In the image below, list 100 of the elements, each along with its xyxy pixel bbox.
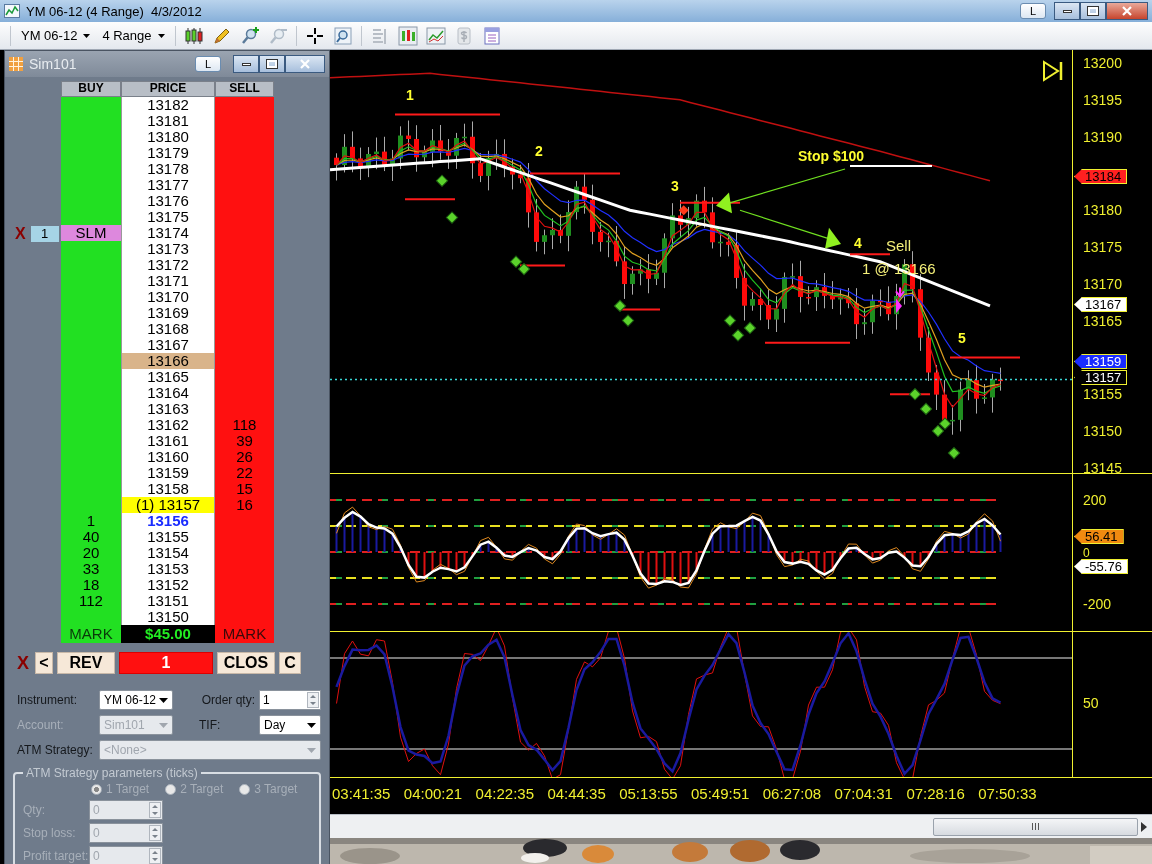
close-button[interactable] — [1106, 2, 1148, 20]
scroll-right-icon[interactable] — [1140, 821, 1148, 832]
mark-button[interactable]: MARK — [215, 625, 274, 643]
diamond-marker — [908, 388, 922, 401]
level-line — [889, 393, 931, 396]
quantity-spinner[interactable]: 1 — [259, 690, 321, 710]
candlestick-icon[interactable] — [397, 25, 418, 46]
interval-dropdown[interactable]: 4 Range — [100, 28, 167, 43]
instrument-dropdown[interactable]: YM 06-12 — [19, 28, 93, 43]
minimize-button[interactable] — [233, 55, 259, 73]
window-title: YM 06-12 (4 Range) 4/3/2012 — [26, 3, 202, 19]
search-icon[interactable] — [332, 25, 353, 46]
axis-label: 13165 — [1083, 313, 1122, 328]
minimize-button[interactable] — [1054, 2, 1080, 20]
reverse-button[interactable]: REV — [57, 652, 115, 674]
level-line — [404, 198, 456, 201]
field-label: Profit target: — [23, 849, 89, 863]
time-label: 07:50:33 — [978, 784, 1038, 802]
field-label: TIF: — [198, 718, 222, 732]
time-label: 05:49:51 — [691, 784, 751, 802]
panel-title: Sim101 — [29, 56, 77, 72]
back-button[interactable]: < — [35, 652, 53, 674]
axis-label: 13145 — [1083, 460, 1122, 475]
crosshair-icon[interactable] — [304, 25, 325, 46]
time-label: 05:13:55 — [619, 784, 679, 802]
diamond-marker — [517, 262, 531, 276]
caret-icon — [159, 697, 168, 703]
caret-icon — [159, 722, 168, 728]
position-quantity[interactable]: 1 — [119, 652, 213, 674]
time-label: 03:41:35 — [332, 784, 392, 802]
lock-button[interactable]: L — [1020, 3, 1046, 19]
level-line — [679, 201, 741, 204]
dropdown-field[interactable]: YM 06-12 — [99, 690, 173, 710]
diamond-marker — [723, 314, 737, 327]
close-icon — [300, 59, 310, 69]
time-label: 07:28:16 — [906, 784, 966, 802]
time-label: 06:27:08 — [762, 784, 823, 802]
chart-annotation: 5 — [958, 330, 966, 346]
level-line — [949, 356, 1021, 359]
close-position-button[interactable]: CLOS — [217, 652, 275, 674]
axis-label: 50 — [1083, 696, 1099, 710]
caret-icon — [157, 33, 165, 38]
level-line — [619, 308, 661, 311]
time-label: 04:22:35 — [475, 784, 535, 802]
diamond-marker — [931, 424, 945, 438]
table-icon[interactable] — [481, 25, 502, 46]
axis-label: 13180 — [1083, 203, 1122, 218]
candlestick-icon[interactable] — [183, 25, 204, 46]
diamond-marker — [509, 255, 523, 268]
maximize-button[interactable] — [259, 55, 285, 73]
axis-label: 13155 — [1083, 387, 1122, 402]
diamond-marker — [445, 211, 459, 224]
grid-icon — [9, 57, 23, 71]
chart-annotation: 4 — [854, 235, 862, 251]
diamond-marker — [435, 174, 449, 187]
column-header: BUY — [61, 81, 121, 97]
diamond-marker — [919, 402, 933, 416]
time-label: 04:00:21 — [403, 784, 464, 802]
order-quantity: 1 — [30, 225, 59, 242]
chart-annotation: 1 — [406, 87, 414, 103]
column-header: SELL — [215, 81, 274, 97]
diamond-marker — [678, 205, 689, 216]
pnl-value: $45.00 — [121, 625, 215, 643]
diamond-marker — [613, 299, 627, 313]
time-label: 04:44:35 — [547, 784, 607, 802]
line-chart-icon[interactable] — [425, 25, 446, 46]
field-label: Order qty: — [200, 693, 255, 707]
chart-annotation: 3 — [671, 178, 679, 194]
chart-annotation: 2 — [535, 143, 543, 159]
axis-label: 200 — [1083, 493, 1107, 507]
caret-icon — [83, 33, 91, 38]
axis-label: 0 — [1083, 546, 1090, 560]
chart-annotation: Stop $100 — [798, 148, 865, 164]
lock-button[interactable]: L — [195, 56, 221, 72]
skip-to-end-icon[interactable] — [1042, 60, 1064, 82]
axis-label: 13195 — [1083, 92, 1122, 107]
diamond-marker — [743, 321, 757, 335]
caret-icon — [307, 747, 316, 753]
axis-label: -200 — [1083, 597, 1112, 611]
dropdown-field[interactable]: Day — [259, 715, 321, 735]
field-label: Account: — [17, 718, 65, 732]
diamond-marker — [947, 446, 961, 460]
close-button[interactable] — [285, 55, 325, 73]
field-label: Qty: — [23, 803, 46, 817]
chart-annotation: Sell — [886, 238, 911, 254]
time-label: 07:04:31 — [834, 784, 894, 802]
value-tag: 56.41 — [1074, 529, 1124, 544]
zoom-in-icon[interactable] — [239, 25, 260, 46]
price-tag: 13184 — [1074, 169, 1128, 184]
maximize-button[interactable] — [1080, 2, 1106, 20]
caret-icon — [307, 722, 316, 728]
price-tag: 13167 — [1074, 297, 1128, 312]
level-line — [519, 264, 566, 267]
scroll-thumb[interactable] — [933, 817, 1138, 836]
mark-button[interactable]: MARK — [61, 625, 121, 643]
center-button[interactable]: C — [279, 652, 301, 674]
scrollbar[interactable] — [330, 814, 1152, 838]
close-icon — [1122, 6, 1132, 16]
axis-label: 13200 — [1083, 56, 1122, 70]
price-tag: 13159 — [1074, 354, 1128, 369]
